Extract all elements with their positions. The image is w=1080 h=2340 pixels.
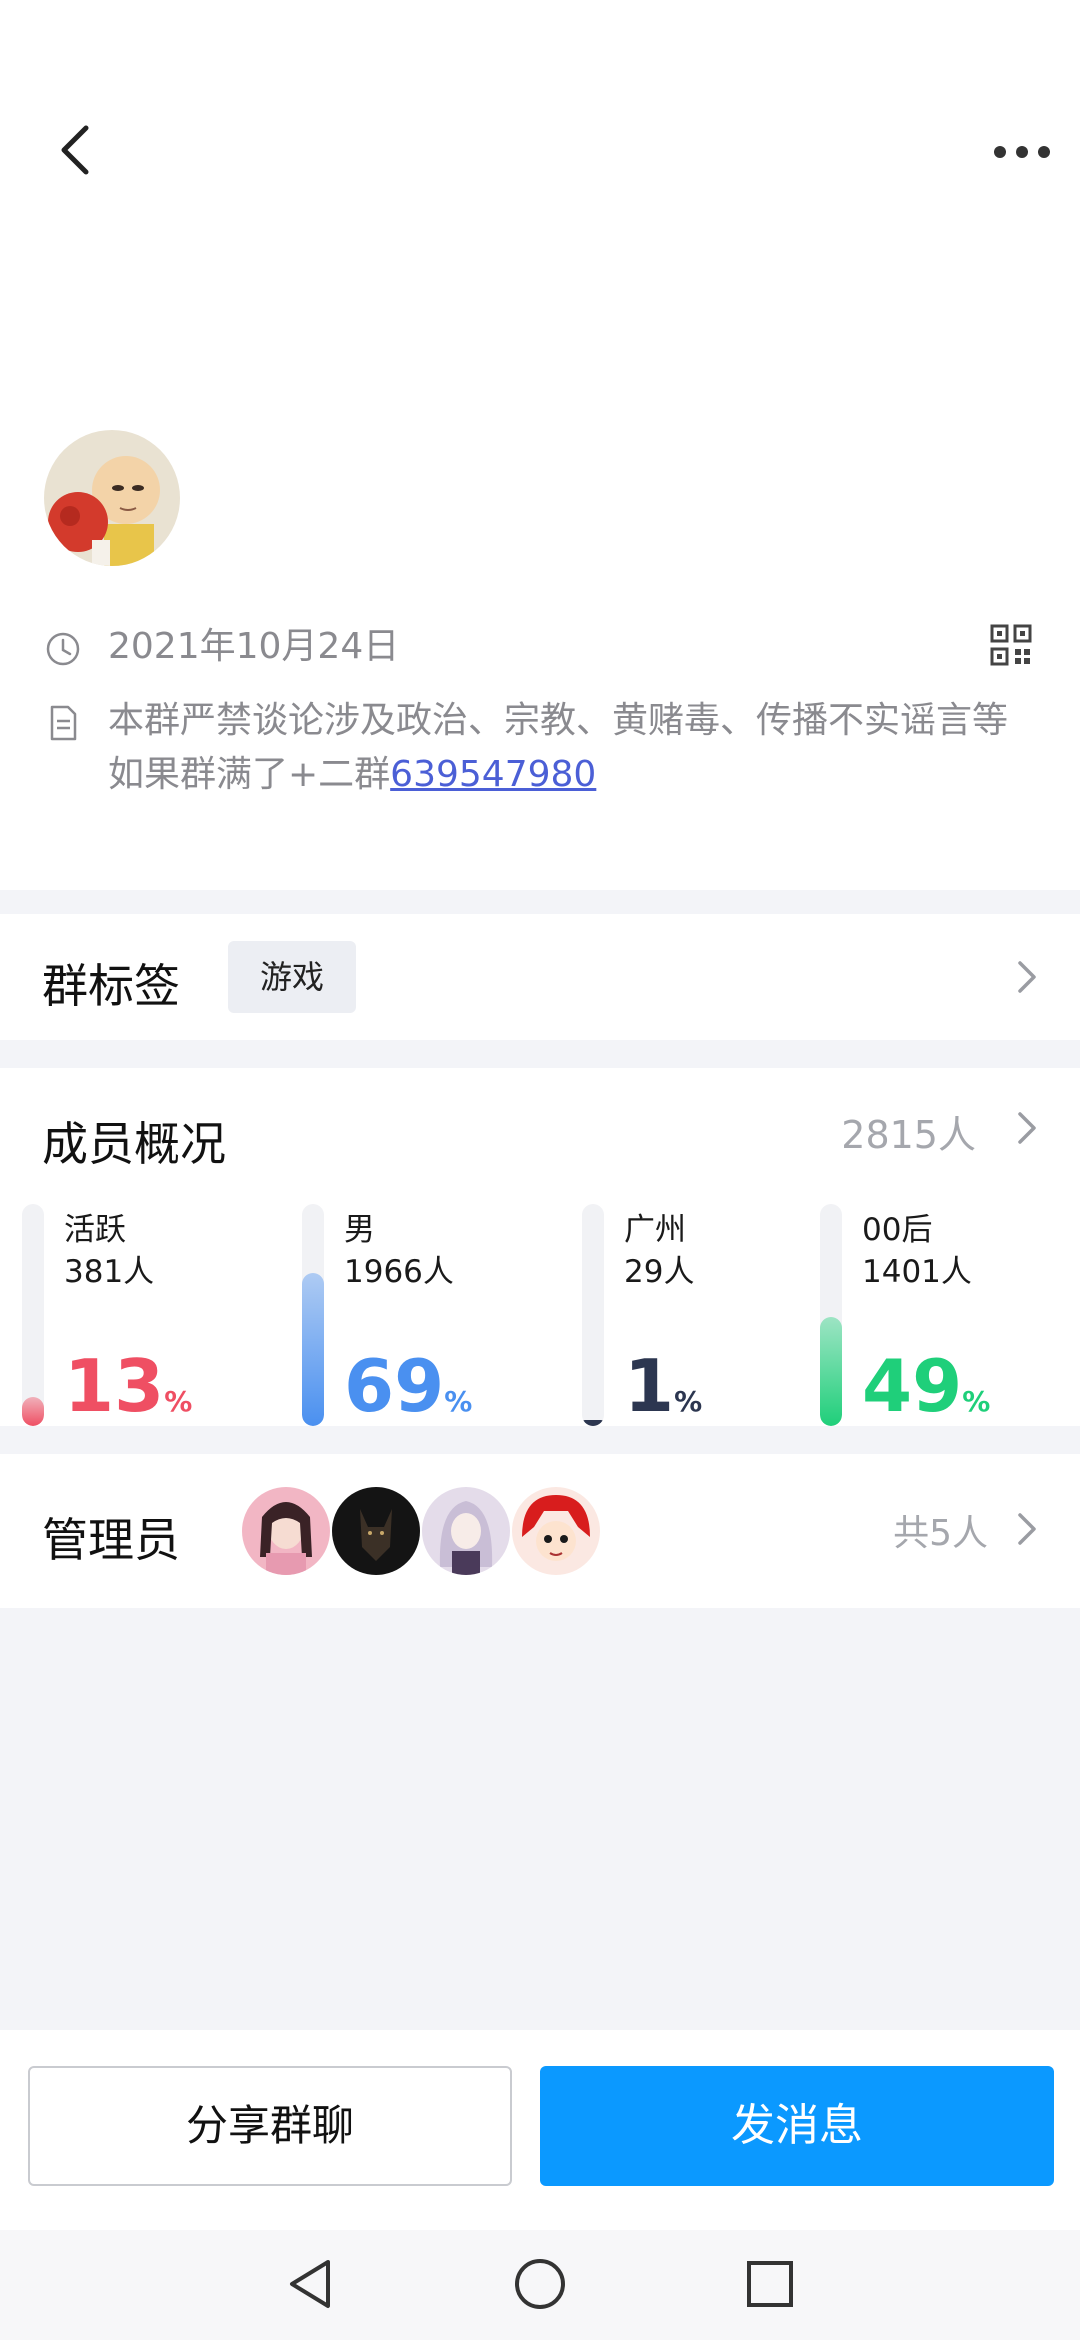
group-avatar[interactable] [44,430,180,566]
admin-avatar[interactable] [512,1487,600,1575]
more-dots-icon [994,146,1050,158]
back-arrow-icon [61,125,89,175]
chevron-right-icon [1018,1513,1036,1545]
back-button[interactable] [50,120,110,180]
member-total: 2815人 [841,1113,976,1157]
nav-home-button[interactable] [510,2254,570,2314]
stat-label: 00后 [862,1212,933,1248]
group-tags-title: 群标签 [42,959,180,1013]
clock-icon [46,632,80,666]
stat-count: 29人 [624,1254,695,1290]
description-line: 本群严禁谈论涉及政治、宗教、黄赌毒、传播不实谣言等 [108,700,1009,741]
admin-avatar[interactable] [422,1487,510,1575]
more-button[interactable] [990,128,1054,168]
admin-avatar[interactable] [242,1487,330,1575]
admin-avatar-image [512,1487,600,1575]
stat-label: 活跃 [64,1212,126,1248]
group-description: 本群严禁谈论涉及政治、宗教、黄赌毒、传播不实谣言等 如果群满了+二群6395479… [108,694,1034,802]
nav-back-button[interactable] [280,2254,340,2314]
group-avatar-image [44,430,180,566]
stat-count: 381人 [64,1254,155,1290]
admin-section[interactable]: 管理员 共5人 [0,1454,1080,1608]
stat-bar-track [820,1204,842,1426]
nav-recent-icon [747,2261,793,2307]
send-message-button[interactable]: 发消息 [540,2066,1054,2186]
group-header: 2021年10月24日 本群严禁谈论涉及政治、宗教、黄赌毒、传播不实谣言等 如果群… [0,0,1080,890]
nav-back-icon [290,2260,330,2308]
percent-sign: % [674,1385,703,1418]
stat-percent-value: 13 [64,1344,165,1428]
stat-bar-fill [22,1397,44,1426]
tag-chip: 游戏 [228,941,357,1013]
admin-avatar-image [242,1487,330,1575]
admin-avatar-image [422,1487,510,1575]
stat-bar-fill [582,1420,604,1426]
percent-sign: % [444,1385,473,1418]
stat-percent-value: 69 [344,1344,445,1428]
group-date: 2021年10月24日 [108,626,400,667]
stat-count: 1401人 [862,1254,972,1290]
group-number-link[interactable]: 639547980 [390,754,596,795]
member-overview-section[interactable]: 成员概况 2815人 活跃 381人 13% 男 1966人 69% 广州 29… [0,1068,1080,1428]
document-icon [50,705,77,741]
stat-percent-value: 49 [862,1344,963,1428]
percent-sign: % [164,1385,193,1418]
nav-recent-button[interactable] [740,2254,800,2314]
stat-percent: 69% [344,1344,472,1444]
stat-percent-value: 1 [624,1344,675,1428]
stat-bar-track [302,1204,324,1426]
group-tags-section[interactable]: 群标签 游戏 [0,914,1080,1040]
admin-avatar[interactable] [332,1487,420,1575]
percent-sign: % [962,1385,991,1418]
admin-avatar-image [332,1487,420,1575]
stat-percent: 1% [624,1344,702,1444]
qr-code-button[interactable] [990,624,1032,666]
stat-label: 男 [344,1212,375,1248]
stat-percent: 13% [64,1344,192,1444]
description-extra: 如果群满了+二群639547980 [108,748,1034,802]
stat-label: 广州 [624,1212,686,1248]
chevron-right-icon [1018,1112,1036,1144]
chevron-right-icon [1018,961,1036,993]
stat-count: 1966人 [344,1254,454,1290]
stat-percent: 49% [862,1344,990,1444]
stat-bar-fill [820,1317,842,1426]
qr-code-icon [990,624,1032,666]
description-prefix: 如果群满了+二群 [108,754,391,795]
system-nav-bar [0,2230,1080,2340]
stat-bar-track [582,1204,604,1426]
stat-bar-track [22,1204,44,1426]
stat-bar-fill [302,1273,324,1426]
member-overview-title: 成员概况 [42,1117,226,1171]
bottom-action-bar: 分享群聊 发消息 [0,2030,1080,2230]
nav-home-icon [515,2259,565,2309]
admin-total: 共5人 [893,1513,988,1554]
share-group-button[interactable]: 分享群聊 [28,2066,512,2186]
admin-title: 管理员 [42,1513,180,1567]
